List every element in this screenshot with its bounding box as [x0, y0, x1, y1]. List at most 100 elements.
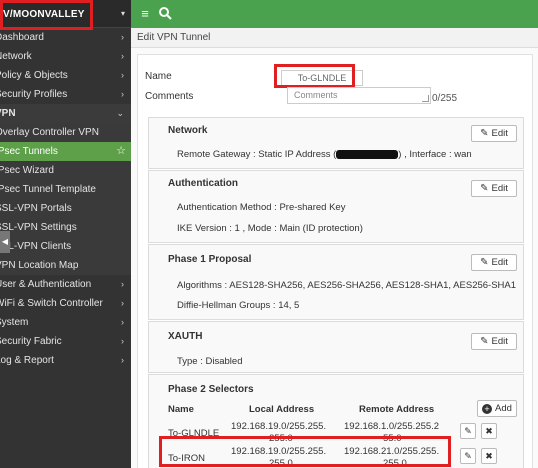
sidebar-item-security-fabric[interactable]: Security Fabric ›: [0, 332, 131, 351]
xauth-section: XAUTH ✎ Edit Type : Disabled: [148, 321, 524, 373]
menu-icon[interactable]: ≡: [137, 6, 153, 22]
algorithms-text: Algorithms : AES128-SHA256, AES256-SHA25…: [177, 280, 517, 291]
edit-label: Edit: [491, 257, 508, 268]
sidebar-item-label: IPsec Tunnels: [0, 146, 58, 157]
page-title: Edit VPN Tunnel: [137, 32, 211, 43]
comments-label: Comments: [145, 91, 194, 102]
pencil-icon: ✎: [480, 128, 489, 139]
chevron-right-icon: ›: [121, 298, 124, 308]
star-icon[interactable]: ☆: [116, 142, 126, 161]
close-icon: ✖: [485, 451, 493, 461]
sidebar-item-ssl-vpn-settings[interactable]: SSL-VPN Settings: [0, 218, 131, 237]
redacted-ip: [336, 149, 399, 159]
selector-name: To-IRON: [168, 453, 205, 464]
chevron-right-icon: ›: [121, 32, 124, 42]
edit-authentication-button[interactable]: ✎ Edit: [471, 180, 517, 197]
sidebar-item-overlay-controller-vpn[interactable]: Overlay Controller VPN: [0, 123, 131, 142]
sidebar-item-ssl-vpn-portals[interactable]: SSL-VPN Portals: [0, 199, 131, 218]
chevron-right-icon: ›: [121, 336, 124, 346]
chevron-right-icon: ›: [121, 279, 124, 289]
page-title-bar: Edit VPN Tunnel: [131, 28, 538, 48]
auth-method-text: Authentication Method : Pre-shared Key: [177, 202, 346, 213]
edit-phase1-button[interactable]: ✎ Edit: [471, 254, 517, 271]
phase1-section: Phase 1 Proposal ✎ Edit Algorithms : AES1…: [148, 244, 524, 320]
add-label: Add: [495, 403, 512, 414]
comments-field[interactable]: Comments: [287, 87, 431, 104]
sidebar-item-label: IPsec Wizard: [0, 165, 54, 176]
sidebar-item-label: IPsec Tunnel Template: [0, 184, 96, 195]
sidebar-item-label: SSL-VPN Clients: [0, 241, 72, 252]
delete-row-button[interactable]: ✖: [481, 448, 497, 464]
edit-label: Edit: [491, 128, 508, 139]
remote-address-line2: 255.0: [383, 458, 407, 468]
name-input[interactable]: To-GLNDLE: [281, 70, 363, 86]
edit-network-button[interactable]: ✎ Edit: [471, 125, 517, 142]
sidebar-item-label: Policy & Objects: [0, 70, 68, 81]
collapse-sidebar-handle[interactable]: ◀: [0, 231, 10, 253]
dh-groups-text: Diffie-Hellman Groups : 14, 5: [177, 300, 300, 311]
remote-address-line1: 192.168.21.0/255.255.: [344, 446, 440, 457]
edit-row-button[interactable]: ✎: [460, 423, 476, 439]
sidebar-item-ssl-vpn-clients[interactable]: SSL-VPN Clients: [0, 237, 131, 256]
sidebar-item-wifi-switch-controller[interactable]: WiFi & Switch Controller ›: [0, 294, 131, 313]
search-icon[interactable]: [157, 6, 173, 22]
section-title: XAUTH: [168, 331, 203, 342]
edit-xauth-button[interactable]: ✎ Edit: [471, 333, 517, 350]
sidebar-item-ipsec-wizard[interactable]: IPsec Wizard: [0, 161, 131, 180]
sidebar-item-ipsec-tunnel-template[interactable]: IPsec Tunnel Template: [0, 180, 131, 199]
edit-row-button[interactable]: ✎: [460, 448, 476, 464]
sidebar-item-ipsec-tunnels[interactable]: IPsec Tunnels ☆: [0, 142, 131, 161]
chevron-right-icon: ›: [121, 355, 124, 365]
selector-name: To-GLNDLE: [168, 428, 220, 439]
sidebar-item-security-profiles[interactable]: Security Profiles ›: [0, 85, 131, 104]
sidebar-item-label: Security Profiles: [0, 89, 68, 100]
sidebar-item-label: WiFi & Switch Controller: [0, 298, 103, 309]
sidebar: V/MOONVALLEY ▾ Dashboard › Network › Polic…: [0, 0, 131, 468]
sidebar-item-label: User & Authentication: [0, 279, 92, 290]
xauth-type-text: Type : Disabled: [177, 356, 243, 367]
plus-icon: +: [482, 404, 493, 414]
column-header-name: Name: [168, 404, 194, 415]
sidebar-item-label: Overlay Controller VPN: [0, 127, 99, 138]
phase2-section: Phase 2 Selectors Name Local Address Rem…: [148, 374, 524, 468]
chevron-down-icon: ⌄: [116, 108, 124, 118]
sidebar-item-log-report[interactable]: Log & Report ›: [0, 351, 131, 370]
column-header-local-address: Local Address: [249, 404, 315, 415]
vdom-label: V/MOONVALLEY: [3, 9, 85, 20]
section-title: Network: [168, 125, 208, 136]
remote-gateway-text: Remote Gateway : Static IP Address ( ) , …: [177, 149, 472, 160]
edit-label: Edit: [491, 183, 508, 194]
section-title: Phase 1 Proposal: [168, 254, 252, 265]
sidebar-item-user-authentication[interactable]: User & Authentication ›: [0, 275, 131, 294]
pencil-icon: ✎: [464, 426, 472, 436]
sidebar-item-network[interactable]: Network ›: [0, 47, 131, 66]
local-address-line2: 255.0: [269, 433, 293, 444]
chevron-down-icon: ▾: [120, 9, 125, 18]
sidebar-item-system[interactable]: System ›: [0, 313, 131, 332]
main-content: Name To-GLNDLE Comments Comments 0/255 N…: [131, 48, 538, 468]
remote-address-line2: 55.0: [383, 433, 402, 444]
add-selector-button[interactable]: + Add: [477, 400, 517, 417]
remote-gateway-prefix: Remote Gateway : Static IP Address (: [177, 149, 337, 160]
chevron-left-icon: ◀: [1, 237, 9, 246]
delete-row-button[interactable]: ✖: [481, 423, 497, 439]
comments-char-count: 0/255: [432, 93, 458, 104]
sidebar-item-vpn-location-map[interactable]: VPN Location Map: [0, 256, 131, 275]
sidebar-item-label: System: [0, 317, 29, 328]
authentication-section: Authentication ✎ Edit Authentication Meth…: [148, 170, 524, 243]
sidebar-item-policy-objects[interactable]: Policy & Objects ›: [0, 66, 131, 85]
sidebar-item-label: Network: [0, 51, 32, 62]
name-label: Name: [145, 71, 172, 82]
remote-gateway-suffix: ) , Interface : wan: [398, 149, 472, 160]
section-title: Authentication: [168, 178, 238, 189]
pencil-icon: ✎: [480, 336, 489, 347]
chevron-right-icon: ›: [121, 89, 124, 99]
chevron-right-icon: ›: [121, 317, 124, 327]
vdom-selector[interactable]: V/MOONVALLEY ▾: [0, 0, 131, 28]
local-address-line2: 255.0: [269, 458, 293, 468]
ike-version-text: IKE Version : 1 , Mode : Main (ID protec…: [177, 223, 363, 234]
sidebar-item-vpn[interactable]: VPN ⌄: [0, 104, 131, 123]
edit-vpn-tunnel-form: Name To-GLNDLE Comments Comments 0/255 N…: [137, 54, 533, 468]
sidebar-item-dashboard[interactable]: Dashboard ›: [0, 28, 131, 47]
sidebar-item-label: Dashboard: [0, 32, 44, 43]
